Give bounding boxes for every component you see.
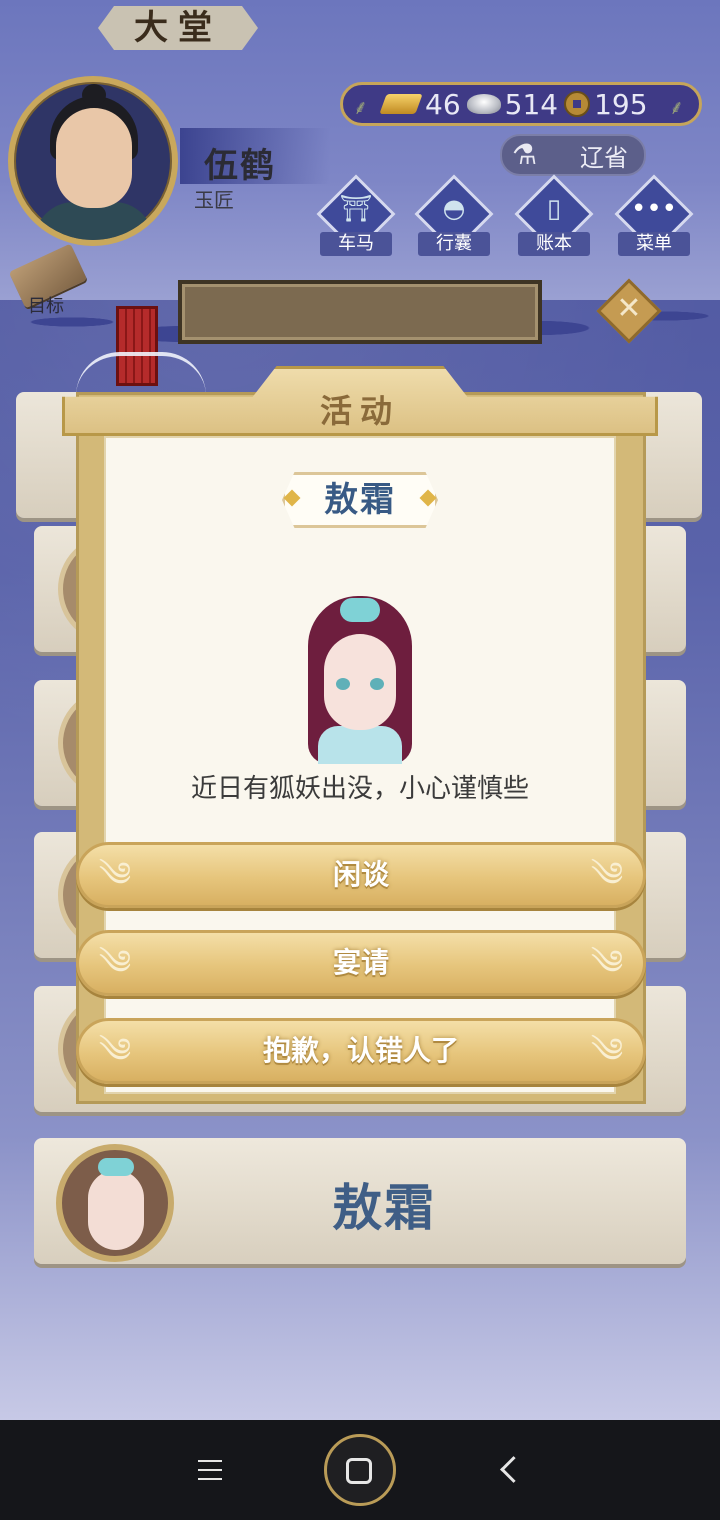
silver-amount: 514: [504, 87, 559, 121]
more-icon: •••: [630, 194, 677, 224]
home-icon: [346, 1458, 372, 1484]
hall-title: 大堂: [134, 8, 222, 48]
carriage-icon: ⛩: [339, 194, 373, 224]
npc-name: 敖霜: [324, 480, 396, 520]
menu-button[interactable]: ••• 菜单: [612, 174, 696, 262]
cloud-ornament-icon: ༄: [98, 855, 132, 895]
bag-button[interactable]: ◓ 行囊: [412, 174, 496, 262]
ledger-label: 账本: [518, 232, 590, 256]
bag-label: 行囊: [418, 232, 490, 256]
coin-amount: 195: [594, 87, 648, 121]
player-title: 玉匠: [194, 188, 234, 212]
avatar-body: [34, 202, 154, 240]
option-label: 闲谈: [332, 858, 389, 891]
bag-icon: ◓: [442, 194, 466, 224]
dialog-title: 活动: [319, 392, 400, 430]
cloud-ornament-icon: ༄: [590, 1031, 624, 1071]
silver-ingot-icon: [466, 94, 501, 114]
npc-dialogue-text: 近日有狐妖出没，小心谨慎些: [190, 774, 529, 804]
option-apologize-button[interactable]: ༄ 抱歉，认错人了 ༄: [76, 1018, 646, 1084]
hall-banner: [178, 280, 542, 344]
player-name: 伍鹤: [204, 146, 276, 186]
npc-portrait: [290, 578, 430, 764]
goal-label[interactable]: 目标: [28, 292, 64, 318]
avatar-hair-bun: [82, 84, 106, 106]
cloud-ornament-icon: ༄: [590, 943, 624, 983]
mortar-icon: ⚗: [512, 138, 538, 171]
recent-apps-icon[interactable]: [198, 1460, 222, 1480]
gold-amount: 46: [425, 87, 461, 121]
carriage-button[interactable]: ⛩ 车马: [314, 174, 398, 262]
currency-bar: ⸙ 46 514 195 ⸙: [340, 82, 702, 126]
npc-avatar: [56, 1144, 174, 1262]
province-label: 辽省: [580, 143, 628, 172]
bamboo-leaf-icon: ⸙: [669, 95, 684, 119]
cloud-swirl: [76, 352, 206, 396]
player-avatar[interactable]: [8, 76, 178, 246]
silver-currency[interactable]: 514: [466, 87, 559, 121]
gold-ingot-icon: [379, 94, 423, 114]
province-button[interactable]: ⚗ 辽省: [500, 134, 646, 176]
npc-list-item[interactable]: 敖霜: [34, 1138, 686, 1264]
bamboo-leaf-icon: ⸙: [353, 95, 368, 119]
cloud-ornament-icon: ༄: [98, 1031, 132, 1071]
menu-label: 菜单: [618, 232, 690, 256]
avatar-face: [56, 108, 132, 208]
coin-currency[interactable]: 195: [564, 87, 648, 121]
carriage-label: 车马: [320, 232, 392, 256]
butterfly-hairpin-icon: [340, 598, 380, 622]
cloud-ornament-icon: ༄: [98, 943, 132, 983]
copper-coin-icon: [564, 91, 591, 117]
cloud-ornament-icon: ༄: [590, 855, 624, 895]
option-banquet-button[interactable]: ༄ 宴请 ༄: [76, 930, 646, 996]
ledger-button[interactable]: ▯ 账本: [512, 174, 596, 262]
option-label: 抱歉，认错人了: [262, 1034, 459, 1067]
npc-list-name: 敖霜: [332, 1179, 436, 1237]
ledger-icon: ▯: [546, 194, 562, 224]
gold-currency[interactable]: 46: [379, 87, 461, 121]
option-label: 宴请: [332, 946, 389, 979]
option-chat-button[interactable]: ༄ 闲谈 ༄: [76, 842, 646, 908]
close-icon[interactable]: ✕: [606, 286, 652, 332]
